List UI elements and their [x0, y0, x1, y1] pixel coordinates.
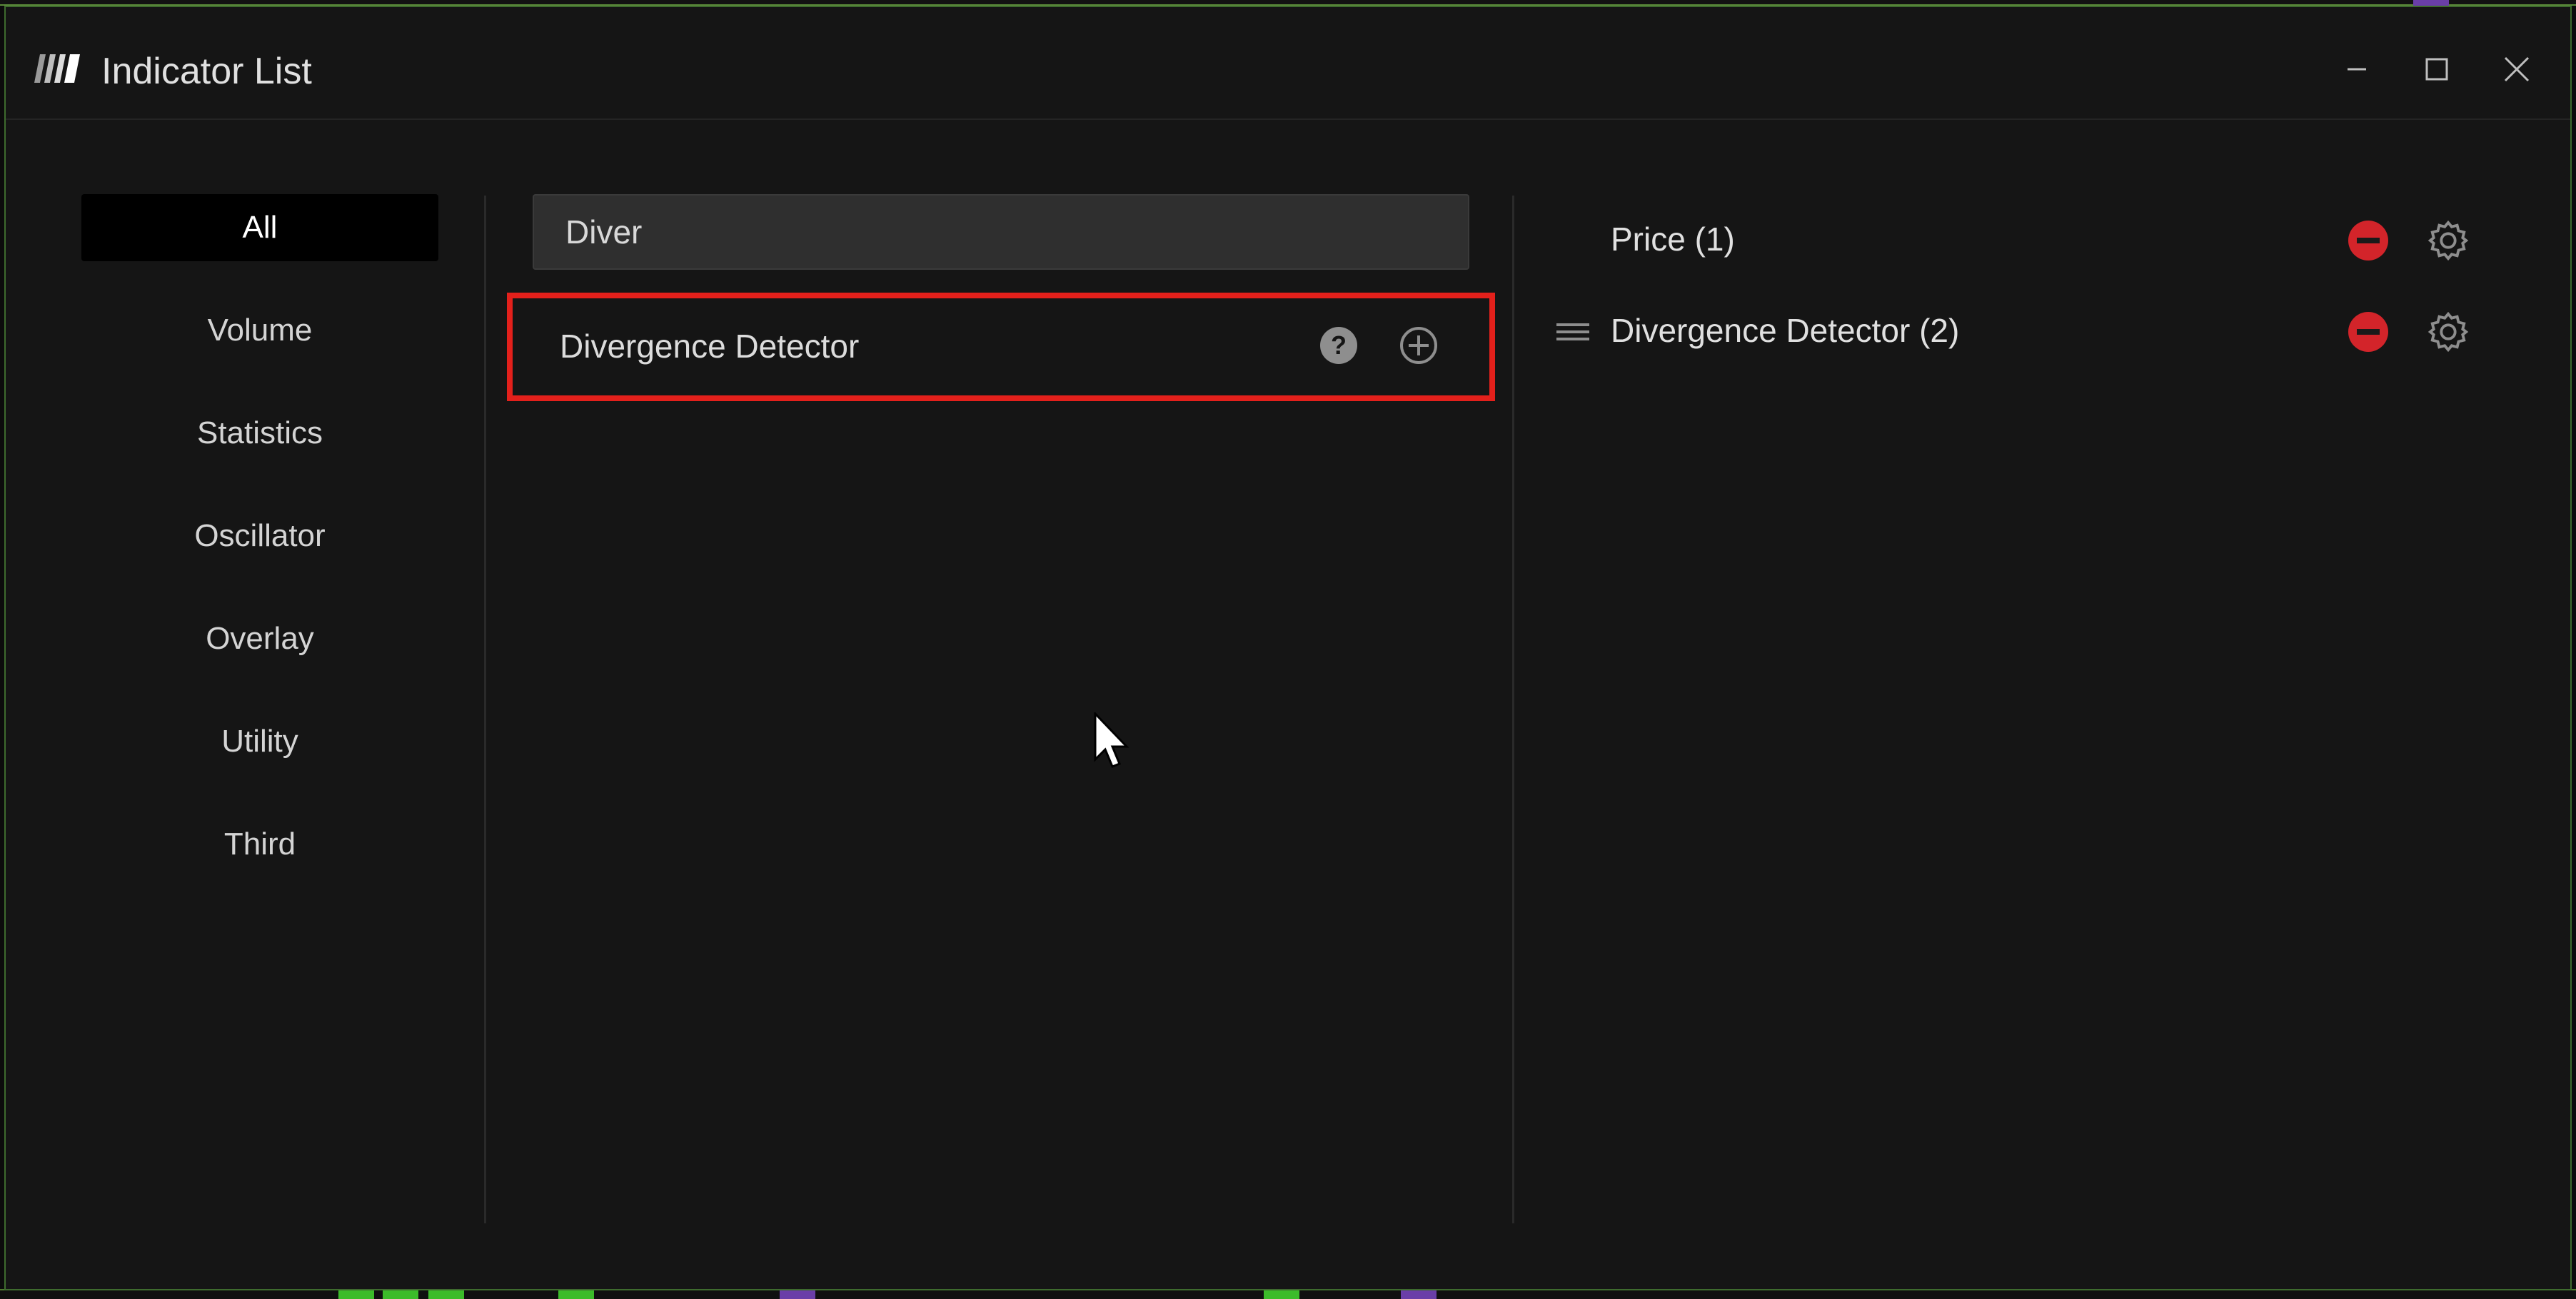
remove-icon [2348, 221, 2388, 261]
category-sidebar: All Volume Statistics Oscillator Overlay… [6, 120, 484, 1226]
active-indicator-label: Price (1) [1611, 221, 1735, 258]
close-button[interactable] [2492, 44, 2542, 94]
close-icon [2504, 56, 2530, 82]
chart-bar [1264, 1290, 1299, 1299]
category-overlay[interactable]: Overlay [81, 605, 438, 672]
help-button[interactable]: ? [1318, 325, 1359, 366]
maximize-button[interactable] [2412, 44, 2462, 94]
minimize-icon [2348, 68, 2366, 71]
help-icon: ? [1320, 327, 1357, 364]
category-volume[interactable]: Volume [81, 297, 438, 364]
chart-bar [338, 1290, 374, 1299]
window-title: Indicator List [101, 51, 312, 92]
settings-icon [2427, 311, 2469, 353]
panel-divider [1512, 196, 1514, 1223]
category-oscillator[interactable]: Oscillator [81, 502, 438, 570]
result-item-highlight[interactable]: Divergence Detector ? [507, 293, 1495, 401]
maximize-icon [2425, 58, 2448, 81]
active-indicator-row[interactable]: Divergence Detector (2) [1548, 300, 2476, 364]
mouse-cursor-icon [1094, 712, 1129, 768]
remove-button[interactable] [2348, 311, 2389, 353]
chart-background-top [0, 0, 2576, 6]
remove-icon [2348, 312, 2388, 352]
panel-divider [484, 196, 486, 1223]
add-icon [1400, 327, 1437, 364]
search-input[interactable]: Diver [533, 194, 1469, 270]
chart-bar [428, 1290, 464, 1299]
settings-button[interactable] [2427, 220, 2469, 261]
chart-bar [383, 1290, 418, 1299]
remove-button[interactable] [2348, 220, 2389, 261]
category-statistics[interactable]: Statistics [81, 400, 438, 467]
chart-bar [780, 1290, 815, 1299]
category-all[interactable]: All [81, 194, 438, 261]
indicator-list-window: Indicator List All Volume Statistics Osc… [4, 6, 2572, 1290]
category-utility[interactable]: Utility [81, 708, 438, 775]
svg-text:?: ? [1331, 330, 1347, 360]
active-indicator-row[interactable]: Price (1) [1548, 208, 2476, 273]
category-third[interactable]: Third [81, 811, 438, 878]
active-indicator-label: Divergence Detector (2) [1611, 312, 1960, 349]
chart-bar [2413, 0, 2449, 6]
drag-handle-icon[interactable] [1555, 321, 1591, 343]
app-logo-icon [34, 54, 80, 83]
minimize-button[interactable] [2332, 44, 2382, 94]
title-bar[interactable]: Indicator List [6, 7, 2570, 120]
settings-button[interactable] [2427, 311, 2469, 353]
add-button[interactable] [1398, 325, 1439, 366]
settings-icon [2427, 220, 2469, 261]
chart-bar [558, 1290, 594, 1299]
chart-bar [1401, 1290, 1437, 1299]
result-label: Divergence Detector [560, 328, 860, 365]
